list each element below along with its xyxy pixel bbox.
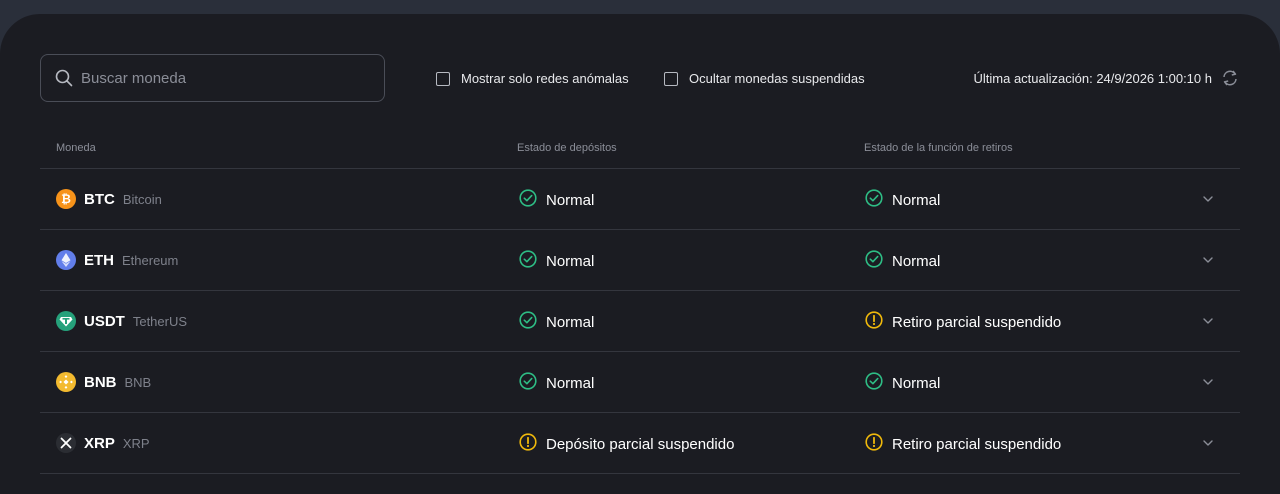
table-row[interactable]: BNB BNB Normal Normal xyxy=(40,352,1240,413)
chevron-down-icon[interactable] xyxy=(1200,191,1216,207)
deposit-status: Normal xyxy=(519,372,594,395)
tether-icon xyxy=(56,311,76,331)
check-circle-icon xyxy=(519,250,537,273)
svg-text:₿: ₿ xyxy=(61,192,71,206)
header-coin: Moneda xyxy=(56,142,96,154)
check-circle-icon xyxy=(519,189,537,212)
xrp-icon xyxy=(56,433,76,453)
chevron-down-icon[interactable] xyxy=(1200,374,1216,390)
table-row[interactable]: ETH Ethereum Normal Normal xyxy=(40,230,1240,291)
withdraw-status: Normal xyxy=(865,189,940,212)
anomalous-networks-checkbox[interactable]: Mostrar solo redes anómalas xyxy=(436,71,629,86)
ethereum-icon xyxy=(56,250,76,270)
search-box[interactable] xyxy=(40,54,385,102)
bitcoin-icon: ₿ xyxy=(56,189,76,209)
deposit-status: Depósito parcial suspendido xyxy=(519,433,734,456)
coin-symbol: BTC xyxy=(84,190,115,208)
bnb-icon xyxy=(56,372,76,392)
coin-cell: ETH Ethereum xyxy=(56,250,178,270)
check-circle-icon xyxy=(865,189,883,212)
withdraw-status-text: Retiro parcial suspendido xyxy=(892,436,1062,453)
coin-name: Ethereum xyxy=(122,252,179,268)
coin-status-table: Moneda Estado de depósitos Estado de la … xyxy=(40,134,1240,474)
withdraw-status: Retiro parcial suspendido xyxy=(865,433,1061,456)
coin-name: XRP xyxy=(122,435,150,451)
hide-suspended-checkbox[interactable]: Ocultar monedas suspendidas xyxy=(664,71,865,86)
coin-symbol: ETH xyxy=(84,251,114,269)
toolbar: Mostrar solo redes anómalas Ocultar mone… xyxy=(40,54,1240,102)
search-input[interactable] xyxy=(81,69,361,87)
coin-cell: XRP XRP xyxy=(56,433,150,453)
search-icon xyxy=(55,69,73,87)
coin-cell: ₿ BTC Bitcoin xyxy=(56,189,162,209)
chevron-down-icon[interactable] xyxy=(1200,252,1216,268)
warning-circle-icon xyxy=(519,433,537,456)
table-header: Moneda Estado de depósitos Estado de la … xyxy=(40,134,1240,169)
table-row[interactable]: XRP XRP Depósito parcial suspendido Retiro … xyxy=(40,413,1240,474)
warning-circle-icon xyxy=(865,433,883,456)
header-withdraw-status: Estado de la función de retiros xyxy=(864,142,1013,154)
coin-symbol: BNB xyxy=(84,373,117,391)
withdraw-status-text: Normal xyxy=(892,375,941,392)
check-circle-icon xyxy=(519,372,537,395)
warning-circle-icon xyxy=(865,311,883,334)
withdraw-status-text: Normal xyxy=(892,192,941,209)
coin-name: Bitcoin xyxy=(122,191,162,207)
withdraw-status-text: Retiro parcial suspendido xyxy=(892,314,1062,331)
checkbox-box[interactable] xyxy=(664,71,678,86)
last-update: Última actualización: 24/9/2026 1:00:10 … xyxy=(974,68,1241,88)
chevron-down-icon[interactable] xyxy=(1200,435,1216,451)
table-body: ₿ BTC Bitcoin Normal Normal ETH Ethereum Normal… xyxy=(40,169,1240,474)
header-deposit-status: Estado de depósitos xyxy=(517,142,617,154)
table-row[interactable]: ₿ BTC Bitcoin Normal Normal xyxy=(40,169,1240,230)
deposit-status: Normal xyxy=(519,311,594,334)
deposit-status-text: Normal xyxy=(546,192,595,209)
check-circle-icon xyxy=(865,250,883,273)
last-update-text: Última actualización: 24/9/2026 1:00:10 … xyxy=(973,70,1213,86)
chevron-down-icon[interactable] xyxy=(1200,313,1216,329)
deposit-status: Normal xyxy=(519,250,594,273)
deposit-status: Normal xyxy=(519,189,594,212)
check-circle-icon xyxy=(519,311,537,334)
withdraw-status-text: Normal xyxy=(892,253,941,270)
anomalous-networks-label: Mostrar solo redes anómalas xyxy=(461,71,629,86)
coin-cell: BNB BNB xyxy=(56,372,151,392)
refresh-button[interactable] xyxy=(1220,68,1240,88)
withdraw-status: Normal xyxy=(865,372,940,395)
deposit-status-text: Depósito parcial suspendido xyxy=(546,436,735,453)
hide-suspended-label: Ocultar monedas suspendidas xyxy=(689,71,865,86)
withdraw-status: Normal xyxy=(865,250,940,273)
checkbox-box[interactable] xyxy=(436,71,450,86)
table-row[interactable]: USDT TetherUS Normal Retiro parcial suspend… xyxy=(40,291,1240,352)
deposit-status-text: Normal xyxy=(546,253,595,270)
withdraw-status: Retiro parcial suspendido xyxy=(865,311,1061,334)
coin-name: TetherUS xyxy=(132,313,188,329)
deposit-status-text: Normal xyxy=(546,375,595,392)
coin-symbol: XRP xyxy=(84,434,115,452)
deposit-status-text: Normal xyxy=(546,314,595,331)
coin-cell: USDT TetherUS xyxy=(56,311,187,331)
coin-status-panel: Mostrar solo redes anómalas Ocultar mone… xyxy=(0,14,1280,494)
refresh-icon xyxy=(1223,70,1237,86)
coin-name: BNB xyxy=(124,374,152,390)
check-circle-icon xyxy=(865,372,883,395)
coin-symbol: USDT xyxy=(84,312,125,330)
